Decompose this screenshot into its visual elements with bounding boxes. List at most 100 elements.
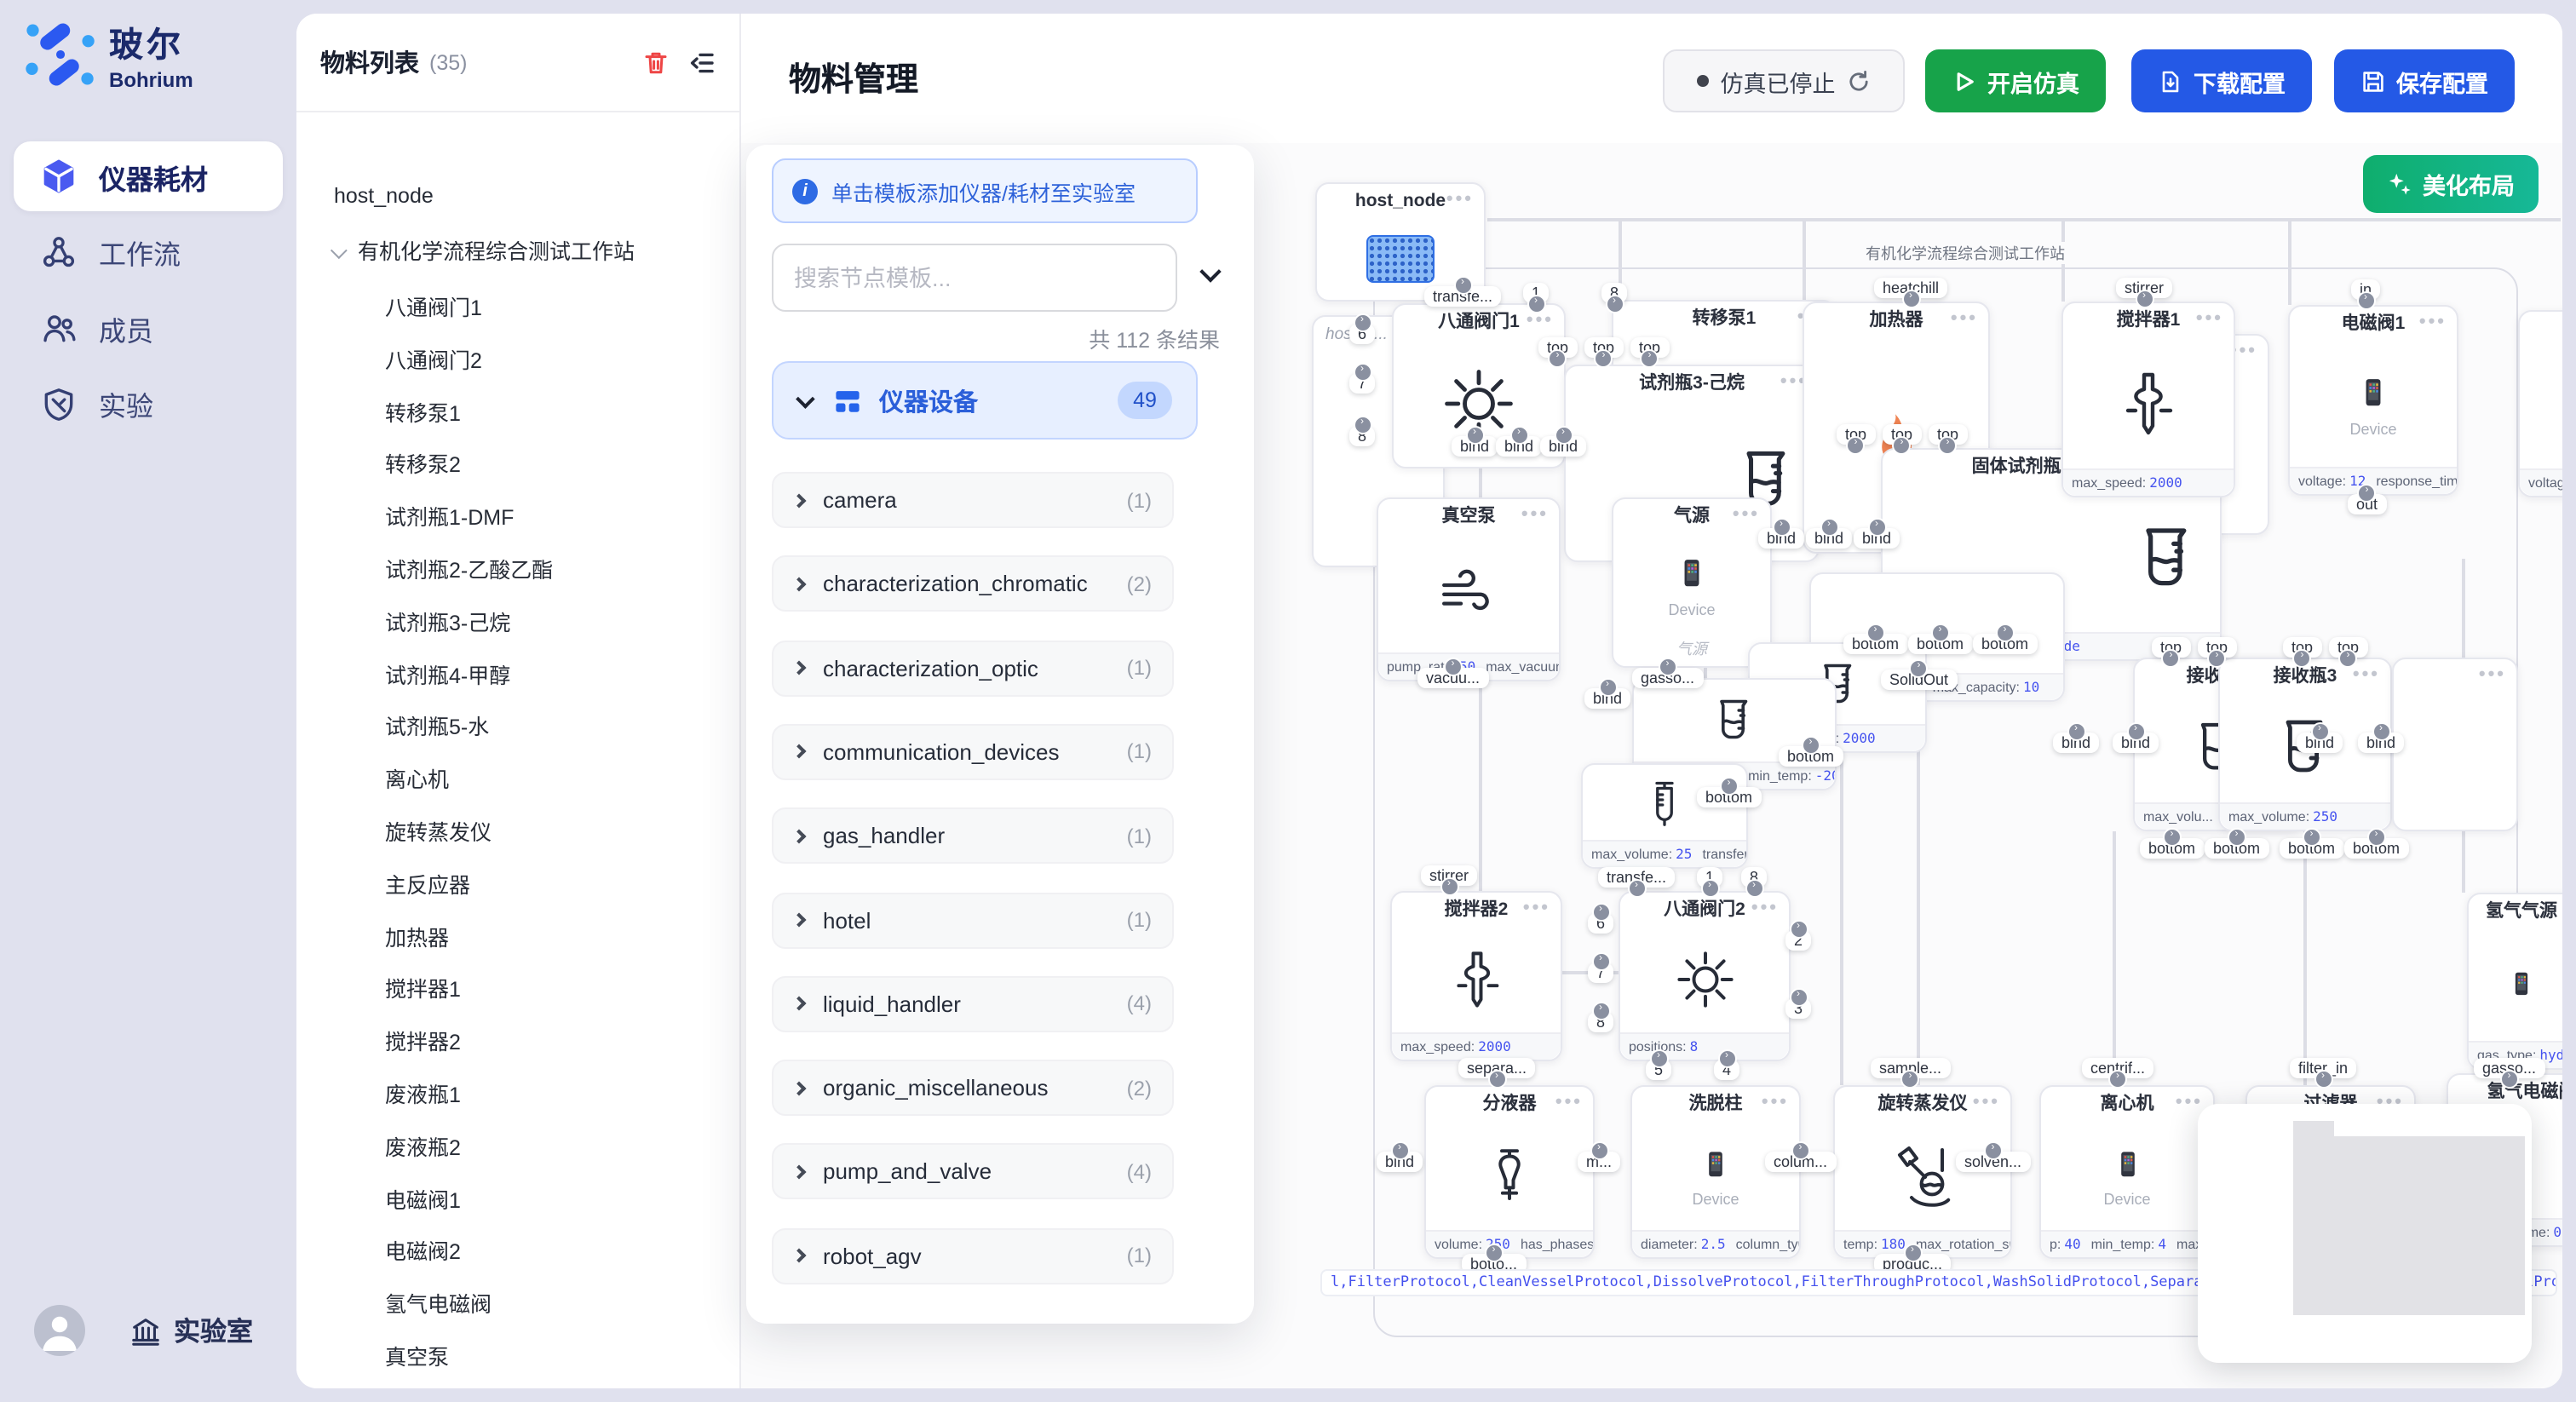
port-top[interactable]: top [2329,637,2367,658]
sim-status-badge[interactable]: 仿真已停止 [1663,49,1905,112]
port-bind[interactable]: bind [1496,436,1542,457]
tree-item[interactable]: 试剂瓶2-乙酸乙酯 [385,552,553,589]
port-1[interactable]: 1 [1523,283,1549,303]
beautify-layout-button[interactable]: 美化布局 [2363,155,2539,213]
port-6[interactable]: 6 [1349,324,1375,344]
node-card[interactable]: ••• [2392,658,2518,831]
port-bottom[interactable]: bottom [2205,838,2268,859]
sidebar-item-工作流[interactable]: 工作流 [14,217,283,287]
tree-item[interactable]: 旋转蒸发仪 [385,814,492,852]
node-电磁阀1[interactable]: 电磁阀1•••Devicevoltage:12response_time:0.1 [2288,305,2458,496]
tree-item[interactable]: 八通阀门1 [385,290,482,327]
port-bind[interactable]: bind [1758,528,1804,549]
port-bind[interactable]: bind [2053,733,2099,753]
port-bottom[interactable]: bottom [1697,787,1761,807]
tree-item[interactable]: 废液瓶1 [385,1077,461,1114]
save-config-button[interactable]: 保存配置 [2334,49,2515,112]
port-transfe[interactable]: transfe... [1598,867,1675,888]
port-bind[interactable]: bind [1806,528,1852,549]
port-heatchill[interactable]: heatchill [1874,278,1947,298]
node-真空泵[interactable]: 真空泵•••pump_rate:50max_vacuum:0.1 [1377,497,1561,681]
node-menu-icon[interactable]: ••• [1555,1087,1583,1119]
port-bind[interactable]: bind [1452,436,1498,457]
port-7[interactable]: 7 [1588,962,1613,983]
port-gasso[interactable]: gasso... [2474,1058,2544,1078]
port-top[interactable]: top [2152,637,2190,658]
port-bottom[interactable]: bottom [1779,746,1843,767]
port-8[interactable]: 8 [1588,1012,1613,1032]
palette-item-camera[interactable]: camera(1) [772,472,1174,528]
tree-item[interactable]: 搅拌器2 [385,1024,461,1061]
port-colum[interactable]: colum... [1765,1152,1836,1172]
port-8[interactable]: 8 [1349,426,1375,446]
node-搅拌器1[interactable]: 搅拌器1•••max_speed:2000 [2061,302,2235,497]
node-menu-icon[interactable]: ••• [1733,499,1760,531]
category-instruments[interactable]: 仪器设备 49 [772,361,1198,440]
chevron-down-icon[interactable] [1203,264,1223,284]
avatar[interactable] [34,1305,85,1356]
port-centrif[interactable]: centrif... [2082,1058,2153,1078]
port-3[interactable]: 3 [1785,998,1811,1019]
port-bind[interactable]: bind [1854,528,1900,549]
sidebar-item-仪器耗材[interactable]: 仪器耗材 [14,141,283,211]
port-bind[interactable]: bind [1540,436,1586,457]
tree-item[interactable]: 试剂瓶1-DMF [385,499,514,537]
port-4[interactable]: 4 [1714,1060,1739,1080]
node-氢气气源[interactable]: 氢气气源gas_type:hydrogen [2467,893,2562,1070]
node-洗脱柱[interactable]: 洗脱柱•••Devicediameter:2.5column_type:si [1630,1085,1801,1259]
node-气源[interactable]: 气源•••Device气源 [1612,497,1772,668]
node-menu-icon[interactable]: ••• [1973,1087,2000,1119]
node-menu-icon[interactable]: ••• [2353,659,2380,692]
sidebar-item-成员[interactable]: 成员 [14,293,283,363]
tree-item[interactable]: 试剂瓶4-甲醇 [385,657,510,694]
port-top[interactable]: top [1584,337,1623,358]
palette-item-communication_devices[interactable]: communication_devices(1) [772,724,1174,780]
tree-item[interactable]: 试剂瓶5-水 [385,710,489,747]
collapse-panel-icon[interactable] [688,49,716,76]
tree-item-workstation[interactable]: 有机化学流程综合测试工作站 [331,233,635,271]
node-menu-icon[interactable]: ••• [1762,1087,1789,1119]
port-bind[interactable]: bind [2358,733,2404,753]
palette-item-organic_miscellaneous[interactable]: organic_miscellaneous(2) [772,1060,1174,1116]
tree-item[interactable]: 转移泵1 [385,394,461,432]
node-menu-icon[interactable]: ••• [1523,893,1550,925]
node-离心机[interactable]: 离心机•••Devicep:40min_temp:4max_spe... [2039,1085,2215,1259]
port-gasso[interactable]: gasso... [1632,668,1703,688]
lab-switcher[interactable]: 实验室 [129,1312,253,1349]
node-menu-icon[interactable]: ••• [2479,659,2506,692]
port-bottom[interactable]: bottom [1973,634,2037,654]
port-top[interactable]: top [1538,337,1577,358]
node-card[interactable]: voltage:12 [2518,310,2562,497]
node-menu-icon[interactable]: ••• [2196,303,2223,336]
tree-item[interactable]: 真空泵 [385,1339,449,1376]
port-bind[interactable]: bind [2113,733,2159,753]
port-2[interactable]: 2 [1785,930,1811,951]
port-bottom[interactable]: bottom [1843,634,1907,654]
tree-item[interactable]: 八通阀门2 [385,342,482,380]
search-input[interactable] [772,244,1177,312]
palette-item-liquid_handler[interactable]: liquid_handler(4) [772,976,1174,1032]
port-top[interactable]: top [1837,424,1875,445]
node-menu-icon[interactable]: ••• [1446,184,1474,216]
port-stirrer[interactable]: stirrer [2116,278,2172,298]
port-8[interactable]: 8 [1601,283,1627,303]
port-m[interactable]: m... [1578,1152,1620,1172]
port-separa[interactable]: separa... [1458,1058,1535,1078]
sidebar-item-实验[interactable]: 实验 [14,369,283,439]
port-top[interactable]: top [1883,424,1921,445]
port-8[interactable]: 8 [1741,867,1767,888]
port-vacuu[interactable]: vacuu... [1417,668,1488,688]
port-SolidOut[interactable]: SolidOut [1881,669,1957,690]
port-top[interactable]: top [2198,637,2236,658]
node-menu-icon[interactable]: ••• [1521,499,1549,531]
port-bottom[interactable]: bottom [2140,838,2204,859]
port-out[interactable]: out [2348,494,2386,514]
palette-item-hotel[interactable]: hotel(1) [772,892,1174,948]
minimap-viewport-body[interactable] [2293,1136,2525,1315]
tree-item[interactable]: 离心机 [385,761,449,799]
node-旋转蒸发仪[interactable]: 旋转蒸发仪•••temp:180max_rotation_speed: [1833,1085,2012,1259]
tree-item[interactable]: 主反应器 [385,867,470,905]
port-bottom[interactable]: bottom [1908,634,1972,654]
tree-item[interactable]: 搅拌器1 [385,972,461,1009]
node-menu-icon[interactable]: ••• [2419,307,2447,339]
